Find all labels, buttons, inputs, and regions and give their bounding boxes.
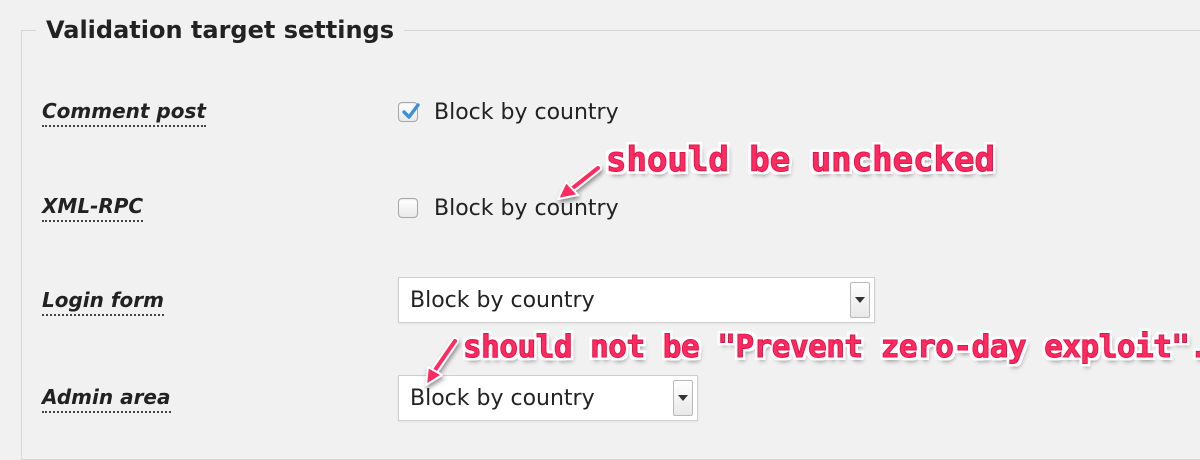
login-form-select-value: Block by country [410, 287, 595, 313]
checkmark-icon [402, 103, 420, 119]
annotation-admin-area: should not be "Prevent zero-day exploit"… [463, 329, 1200, 366]
comment-post-label: Comment post [42, 98, 206, 127]
admin-area-select-value: Block by country [410, 385, 595, 411]
xmlrpc-label: XML-RPC [42, 193, 144, 222]
xmlrpc-option[interactable]: Block by country [398, 193, 619, 223]
xmlrpc-checkbox-label: Block by country [434, 195, 619, 221]
login-form-select[interactable]: Block by country [398, 277, 875, 323]
admin-area-select[interactable]: Block by country [398, 375, 698, 421]
select-arrow-icon[interactable] [850, 282, 870, 318]
comment-post-checkbox[interactable] [398, 102, 420, 122]
xmlrpc-checkbox[interactable] [398, 198, 418, 218]
fieldset-legend: Validation target settings [36, 12, 404, 48]
login-form-label: Login form [42, 287, 165, 316]
comment-post-option[interactable]: Block by country [398, 97, 619, 127]
annotation-xmlrpc: should be unchecked [606, 140, 996, 181]
admin-area-label: Admin area [42, 384, 171, 413]
comment-post-checkbox-label: Block by country [434, 99, 619, 125]
select-arrow-icon[interactable] [673, 380, 693, 416]
